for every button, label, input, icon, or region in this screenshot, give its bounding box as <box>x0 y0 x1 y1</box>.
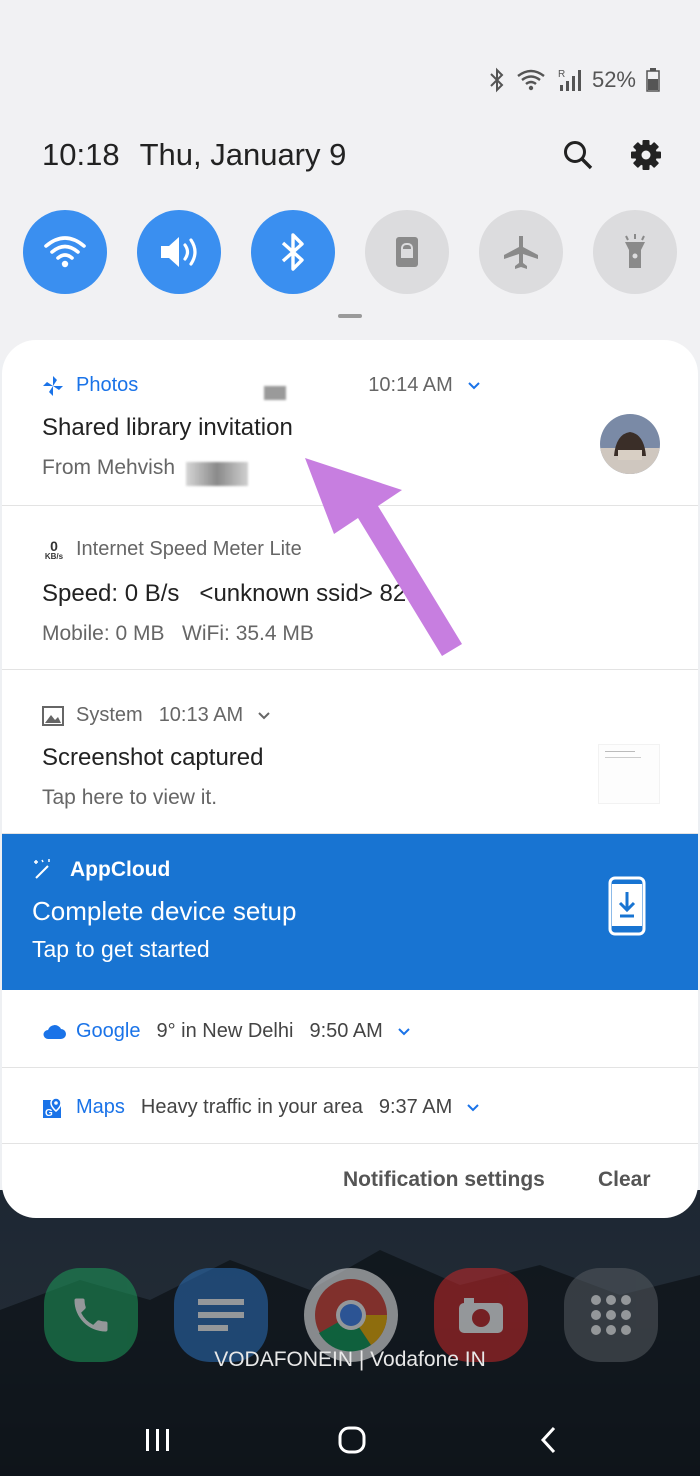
notification-title: Screenshot captured <box>42 744 264 771</box>
redacted-text <box>186 462 248 486</box>
panel-drag-handle[interactable] <box>338 314 362 318</box>
navigation-bar <box>0 1402 700 1476</box>
search-icon[interactable] <box>562 139 594 171</box>
notification-time: 10:14 AM <box>368 374 453 396</box>
notification-settings-button[interactable]: Notification settings <box>343 1168 545 1192</box>
quick-settings-toggles <box>23 210 677 294</box>
app-name: System <box>76 704 143 726</box>
recents-icon <box>146 1429 169 1451</box>
app-name: Maps <box>76 1096 125 1118</box>
speed-meter-icon: 0 KB/s <box>44 537 64 561</box>
battery-icon <box>646 68 660 92</box>
clear-button[interactable]: Clear <box>598 1168 651 1192</box>
quick-panel-background <box>0 0 700 360</box>
screenshot-thumbnail[interactable] <box>598 744 660 804</box>
back-icon <box>540 1426 556 1454</box>
notification-time: 9:37 AM <box>378 1096 453 1118</box>
app-name: Internet Speed Meter Lite <box>76 538 302 560</box>
cloud-icon <box>43 1024 66 1039</box>
chevron-down-icon[interactable] <box>257 711 271 721</box>
magic-wand-icon <box>34 859 50 879</box>
date[interactable]: Thu, January 9 <box>140 137 347 173</box>
notification-subtitle: Tap here to view it. <box>42 786 218 809</box>
status-bar: R 52% <box>488 64 660 96</box>
app-name: AppCloud <box>70 858 171 881</box>
notification-subtitle: Tap to get started <box>32 936 210 962</box>
flashlight-icon <box>625 234 645 268</box>
airplane-icon <box>504 236 538 269</box>
recents-button[interactable] <box>128 1420 188 1460</box>
wifi-toggle[interactable] <box>23 210 107 294</box>
appcloud-notification[interactable]: AppCloud Complete device setup Tap to ge… <box>2 834 698 990</box>
notification-title: Shared library invitation <box>42 414 293 441</box>
panel-header: 10:18 Thu, January 9 <box>42 132 662 178</box>
chevron-down-icon[interactable] <box>467 381 481 391</box>
volume-icon <box>161 237 197 267</box>
wifi-icon <box>44 236 86 268</box>
bluetooth-icon <box>490 67 504 93</box>
photos-pinwheel-icon <box>43 375 63 396</box>
home-icon <box>338 1426 366 1454</box>
settings-icon[interactable] <box>630 139 662 171</box>
phone-download-icon <box>608 876 646 936</box>
image-icon <box>42 705 64 726</box>
bluetooth-toggle[interactable] <box>251 210 335 294</box>
redacted-text <box>264 386 286 400</box>
rotation-lock-icon <box>396 237 418 267</box>
screen-lock-toggle[interactable] <box>365 210 449 294</box>
notification-title: Complete device setup <box>32 896 297 926</box>
wifi-icon <box>517 69 545 91</box>
app-name: Google <box>76 1020 141 1042</box>
back-button[interactable] <box>518 1420 578 1460</box>
notification-summary: 9° in New Delhi <box>156 1020 294 1042</box>
clock: 10:18 <box>42 137 120 172</box>
annotation-arrow <box>305 458 462 656</box>
flashlight-toggle[interactable] <box>593 210 677 294</box>
sender-avatar <box>600 414 660 474</box>
battery-percentage: 52% <box>591 67 636 92</box>
sound-toggle[interactable] <box>137 210 221 294</box>
chevron-down-icon[interactable] <box>397 1027 411 1037</box>
svg-text:G: G <box>45 1108 53 1119</box>
signal-icon: R <box>558 69 581 91</box>
svg-text:R: R <box>558 69 565 80</box>
notification-time: 10:13 AM <box>158 704 244 726</box>
app-name: Photos <box>76 374 139 396</box>
chevron-down-icon[interactable] <box>466 1103 480 1113</box>
notification-subtitle: Mobile: 0 MB WiFi: 35.4 MB <box>42 622 314 645</box>
notification-subtitle: From Mehvish <box>42 456 176 479</box>
maps-icon: G <box>43 1096 62 1119</box>
airplane-mode-toggle[interactable] <box>479 210 563 294</box>
notification-footer: Notification settings Clear <box>2 1144 698 1218</box>
notification-time: 9:50 AM <box>309 1020 383 1042</box>
maps-notification[interactable]: G Maps Heavy traffic in your area 9:37 A… <box>2 1068 698 1144</box>
carrier-label: VODAFONEIN | Vodafone IN <box>214 1348 486 1371</box>
notification-summary: Heavy traffic in your area <box>140 1096 363 1118</box>
system-notification[interactable]: System 10:13 AM Screenshot captured Tap … <box>2 670 698 834</box>
home-button[interactable] <box>322 1420 382 1460</box>
google-notification[interactable]: Google 9° in New Delhi 9:50 AM <box>2 990 698 1068</box>
bluetooth-icon <box>281 233 304 271</box>
